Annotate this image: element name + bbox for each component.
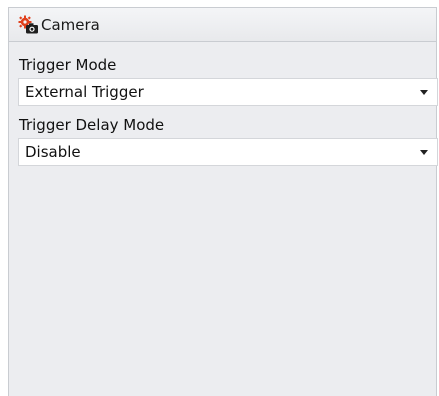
chevron-down-icon[interactable] bbox=[420, 149, 428, 155]
panel-title: Camera bbox=[41, 15, 100, 34]
trigger-delay-mode-value: Disable bbox=[25, 143, 81, 161]
trigger-delay-mode-select[interactable]: Disable bbox=[18, 138, 438, 166]
trigger-mode-value: External Trigger bbox=[25, 83, 144, 101]
panel-body: Trigger Mode External Trigger Trigger De… bbox=[9, 55, 438, 166]
trigger-delay-mode-label: Trigger Delay Mode bbox=[19, 116, 165, 134]
panel-header: Camera bbox=[9, 8, 436, 42]
trigger-mode-label: Trigger Mode bbox=[19, 56, 117, 74]
camera-settings-icon bbox=[16, 14, 40, 36]
trigger-mode-select[interactable]: External Trigger bbox=[18, 78, 438, 106]
chevron-down-icon[interactable] bbox=[420, 89, 428, 95]
camera-panel: Camera Trigger Mode External Trigger Tri… bbox=[8, 7, 438, 396]
